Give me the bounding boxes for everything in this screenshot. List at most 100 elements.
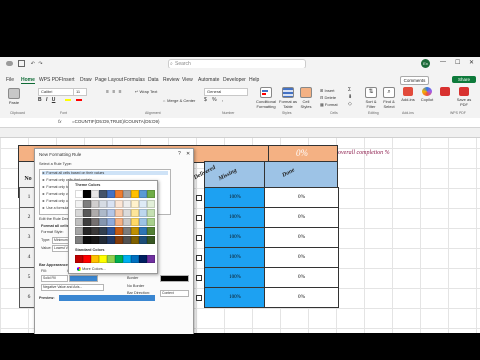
share-button[interactable]: Share: [452, 76, 476, 83]
quick-access-toolbar[interactable]: ↶ ↷: [6, 60, 43, 67]
theme-shade-swatch[interactable]: [99, 200, 107, 208]
fill-icon[interactable]: ⬇: [348, 94, 352, 101]
font-name-select[interactable]: Calibri: [38, 88, 74, 96]
redo-icon[interactable]: ↷: [38, 61, 42, 67]
theme-shade-swatch[interactable]: [147, 209, 155, 217]
done-cell[interactable]: 0%: [264, 227, 339, 248]
theme-shade-swatch[interactable]: [83, 200, 91, 208]
standard-color-swatch[interactable]: [147, 255, 155, 263]
fx-icon[interactable]: fx: [58, 119, 62, 124]
standard-color-swatch[interactable]: [107, 255, 115, 263]
theme-shade-swatch[interactable]: [139, 227, 147, 235]
theme-shade-swatch[interactable]: [99, 209, 107, 217]
percent-icon[interactable]: %: [212, 97, 216, 103]
theme-shade-swatch[interactable]: [115, 227, 123, 235]
theme-shade-swatch[interactable]: [83, 227, 91, 235]
theme-shade-swatch[interactable]: [75, 218, 83, 226]
tab-page-layout[interactable]: Page Layout: [95, 77, 123, 83]
theme-shade-swatch[interactable]: [107, 209, 115, 217]
border-color-select[interactable]: [160, 275, 189, 282]
theme-shade-swatch[interactable]: [147, 227, 155, 235]
delivered-checkbox[interactable]: [196, 255, 202, 261]
delivered-checkbox[interactable]: [196, 295, 202, 301]
theme-shade-swatch[interactable]: [91, 227, 99, 235]
theme-shade-swatch[interactable]: [75, 236, 83, 244]
insert-button[interactable]: ⊞ Insert: [320, 87, 338, 94]
theme-color-swatch[interactable]: [107, 190, 115, 198]
tab-wps-pdf[interactable]: WPS PDF: [39, 77, 62, 83]
theme-shade-swatch[interactable]: [115, 236, 123, 244]
tab-draw[interactable]: Draw: [80, 77, 92, 83]
theme-shade-swatch[interactable]: [107, 236, 115, 244]
theme-shade-swatch[interactable]: [115, 209, 123, 217]
done-cell[interactable]: 0%: [264, 287, 339, 308]
theme-shade-swatch[interactable]: [147, 200, 155, 208]
number-format-buttons[interactable]: $ % ,: [204, 97, 223, 103]
theme-shade-swatch[interactable]: [139, 200, 147, 208]
theme-shade-swatch[interactable]: [107, 227, 115, 235]
theme-shade-swatch[interactable]: [75, 209, 83, 217]
theme-shade-swatch[interactable]: [123, 209, 131, 217]
font-size-select[interactable]: 11: [73, 88, 87, 96]
wrap-text-button[interactable]: ↵ Wrap Text: [135, 89, 157, 94]
italic-icon[interactable]: I: [46, 97, 47, 103]
theme-shade-swatch[interactable]: [139, 209, 147, 217]
font-color-icon[interactable]: [76, 98, 83, 101]
bar-direction-select[interactable]: Context: [160, 290, 189, 297]
tab-home[interactable]: Home: [21, 77, 35, 84]
save-icon[interactable]: [18, 60, 26, 67]
theme-shade-swatch[interactable]: [131, 218, 139, 226]
theme-color-swatch[interactable]: [75, 190, 83, 198]
theme-shade-swatch[interactable]: [115, 218, 123, 226]
theme-shade-swatch[interactable]: [131, 200, 139, 208]
currency-icon[interactable]: $: [204, 97, 207, 103]
more-colors-button[interactable]: More Colors...: [77, 267, 106, 271]
maximize-button[interactable]: ☐: [455, 59, 460, 66]
standard-color-swatch[interactable]: [115, 255, 123, 263]
standard-color-swatch[interactable]: [131, 255, 139, 263]
dialog-close-icon[interactable]: ✕: [186, 151, 190, 157]
standard-color-swatch[interactable]: [99, 255, 107, 263]
addins-button[interactable]: Add-ins: [400, 87, 416, 102]
theme-shade-swatch[interactable]: [91, 209, 99, 217]
theme-color-swatch[interactable]: [139, 190, 147, 198]
delivered-checkbox[interactable]: [196, 215, 202, 221]
name-box[interactable]: [3, 119, 43, 125]
comma-icon[interactable]: ,: [222, 97, 223, 103]
autosum-icon[interactable]: Σ: [348, 87, 352, 94]
align-middle-icon[interactable]: ≡: [112, 89, 115, 95]
tab-formulas[interactable]: Formulas: [124, 77, 145, 83]
font-format-buttons[interactable]: B I U: [38, 97, 83, 103]
tab-file[interactable]: File: [6, 77, 14, 83]
delivered-checkbox[interactable]: [196, 235, 202, 241]
theme-shade-swatch[interactable]: [131, 209, 139, 217]
theme-shade-swatch[interactable]: [83, 236, 91, 244]
theme-shade-swatch[interactable]: [123, 236, 131, 244]
theme-shade-swatch[interactable]: [75, 200, 83, 208]
standard-color-swatch[interactable]: [91, 255, 99, 263]
theme-shade-swatch[interactable]: [147, 218, 155, 226]
theme-shade-swatch[interactable]: [99, 227, 107, 235]
theme-shade-swatch[interactable]: [123, 200, 131, 208]
number-format-select[interactable]: General: [204, 88, 248, 96]
close-button[interactable]: ✕: [469, 59, 474, 66]
align-bottom-icon[interactable]: ≡: [119, 89, 122, 95]
delete-button[interactable]: ⊟ Delete: [320, 94, 338, 101]
theme-color-swatch[interactable]: [123, 190, 131, 198]
fill-color-select[interactable]: [69, 275, 98, 282]
theme-color-swatch[interactable]: [99, 190, 107, 198]
sort-filter-button[interactable]: ⇅ Sort & Filter: [362, 87, 380, 109]
fill-color-icon[interactable]: [64, 98, 71, 101]
paste-button[interactable]: Paste: [6, 88, 22, 105]
conditional-formatting-button[interactable]: Conditional Formatting: [255, 87, 277, 109]
theme-shade-swatch[interactable]: [83, 218, 91, 226]
theme-shade-swatch[interactable]: [99, 218, 107, 226]
theme-shade-swatch[interactable]: [107, 218, 115, 226]
bold-icon[interactable]: B: [38, 97, 42, 103]
theme-shade-swatch[interactable]: [115, 200, 123, 208]
tab-help[interactable]: Help: [249, 77, 259, 83]
standard-color-swatch[interactable]: [75, 255, 83, 263]
missing-cell[interactable]: 100%: [204, 187, 266, 208]
theme-shade-swatch[interactable]: [99, 236, 107, 244]
underline-icon[interactable]: U: [52, 97, 56, 103]
